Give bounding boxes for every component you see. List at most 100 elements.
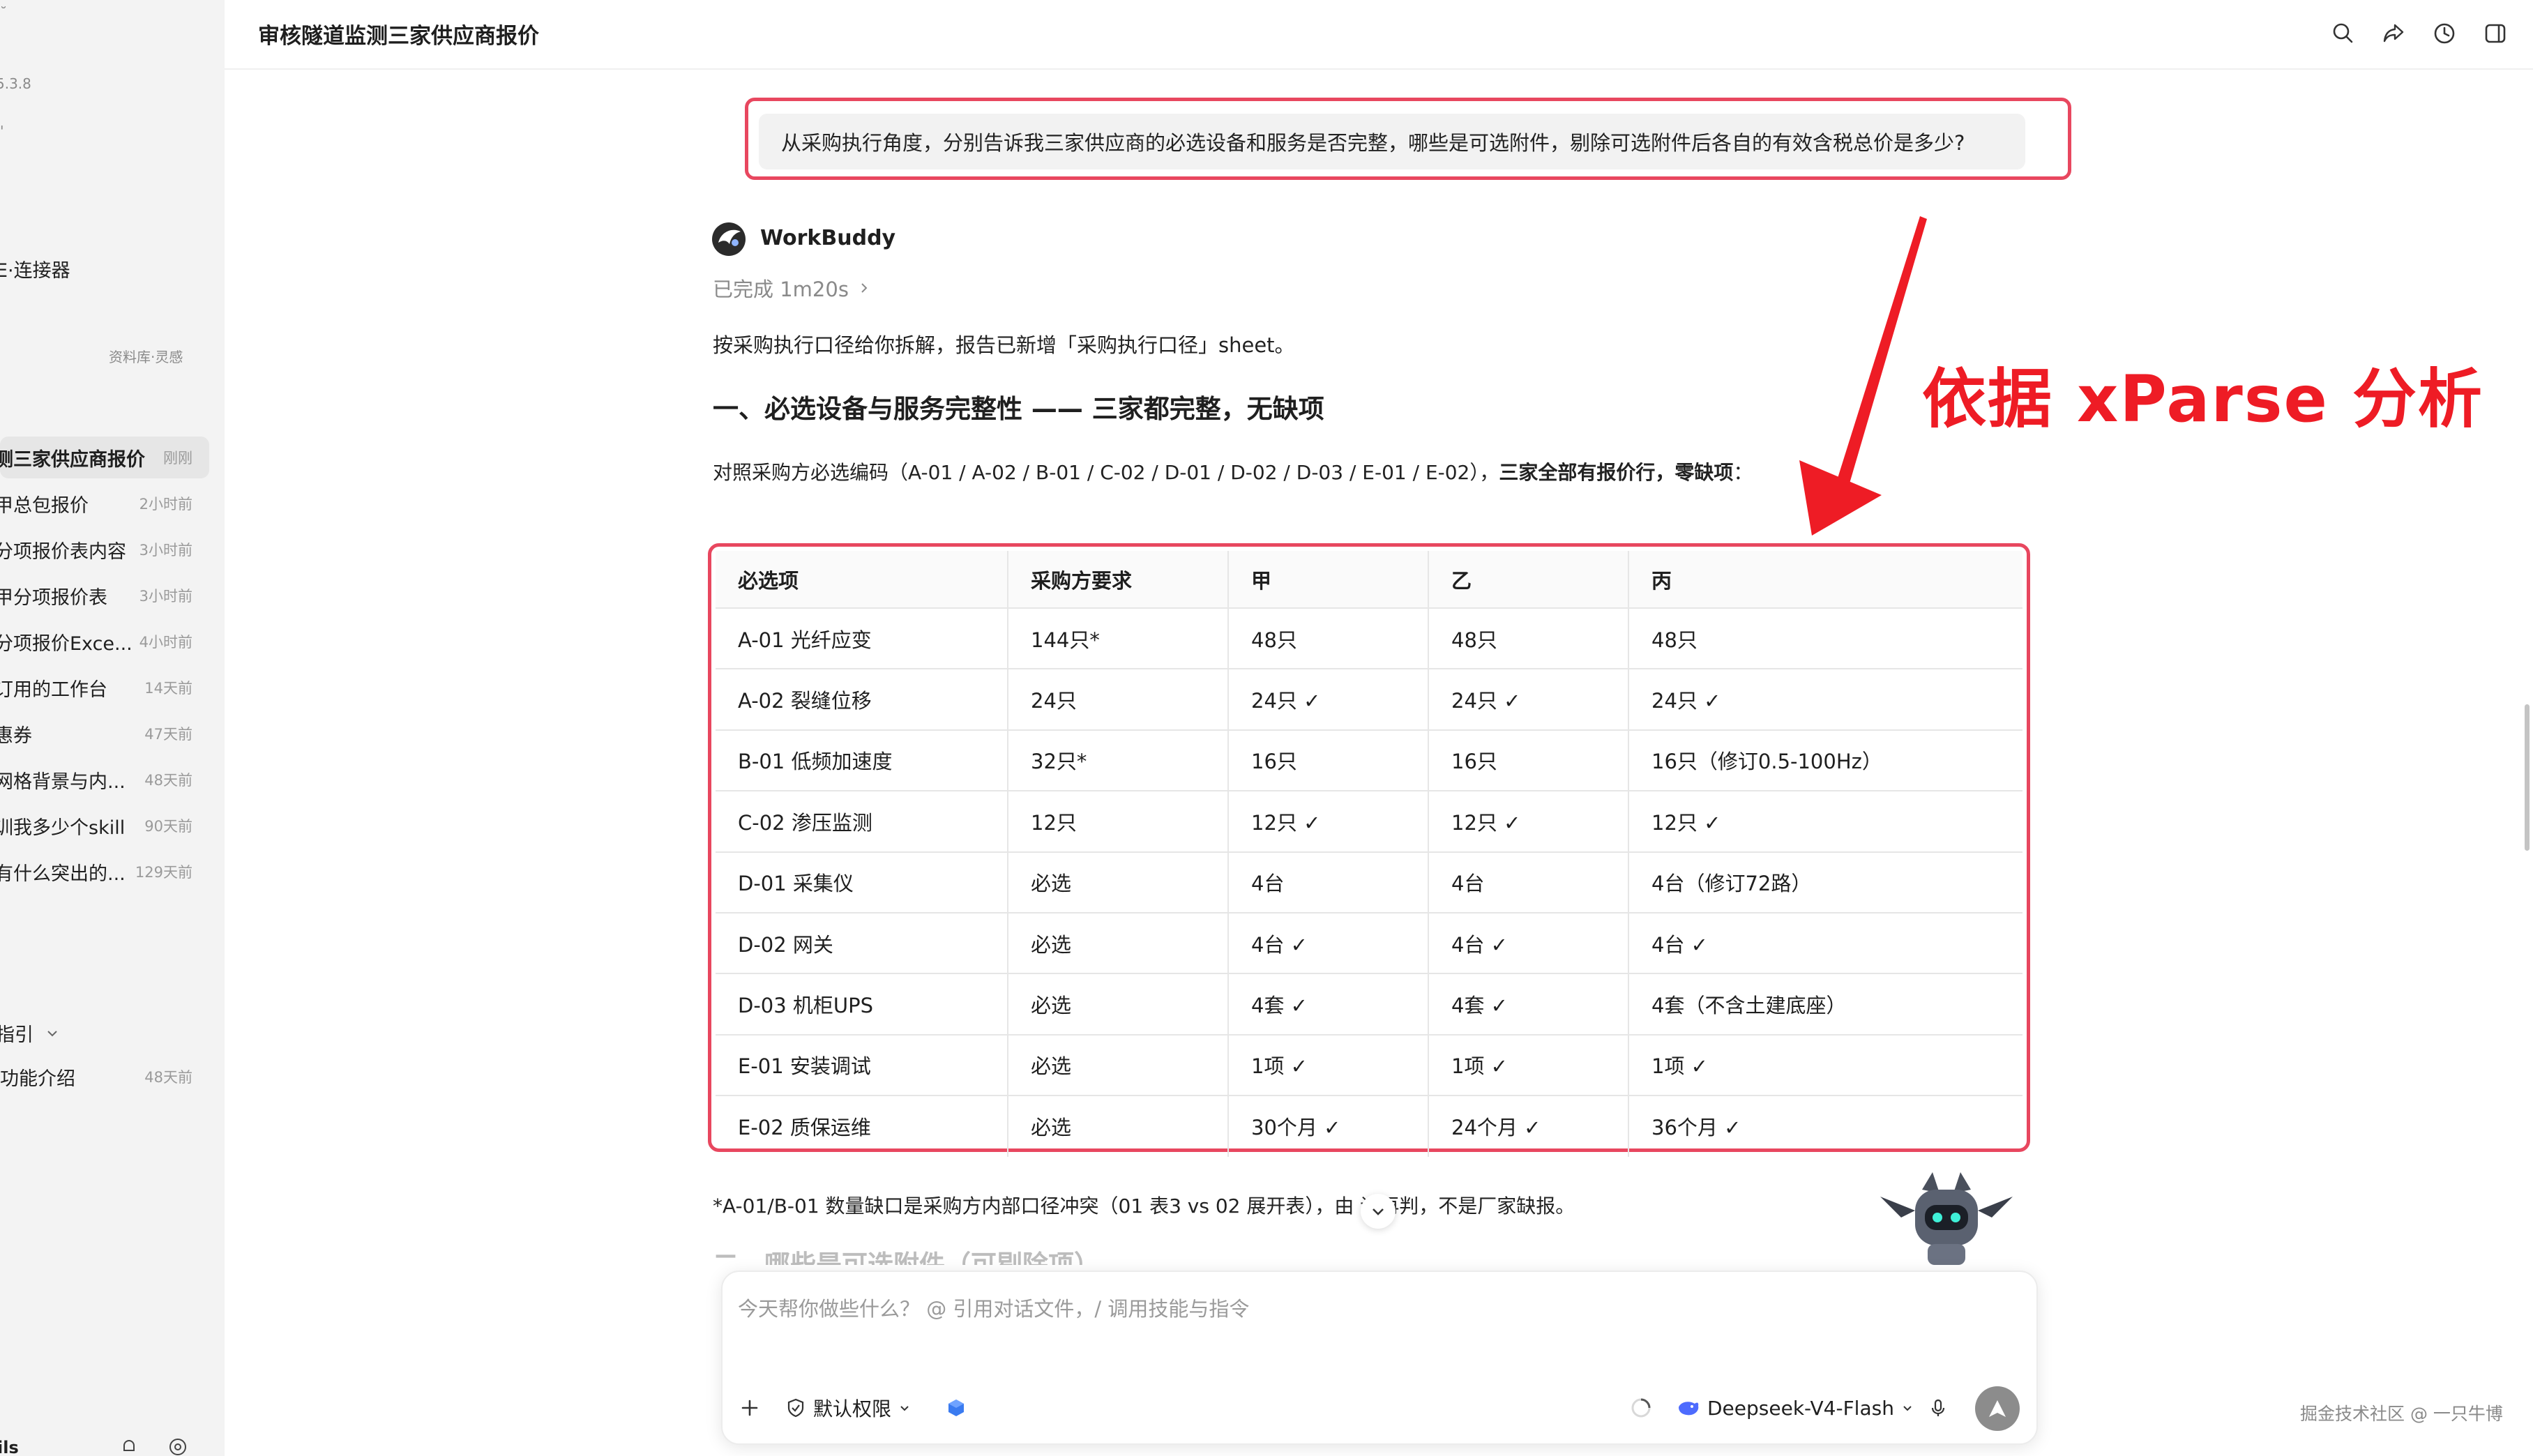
history-item[interactable]: 订用的工作台 14天前 <box>0 667 209 708</box>
compare-prefix: 对照采购方必选编码（A-01 / A-02 / B-01 / C-02 / D-… <box>713 461 1499 484</box>
add-attachment-button[interactable] <box>739 1390 760 1425</box>
settings-icon[interactable] <box>167 1436 188 1456</box>
history-clock-icon[interactable] <box>2430 20 2458 47</box>
panel-toggle-icon[interactable] <box>2481 20 2509 47</box>
voice-input-button[interactable] <box>1928 1390 1949 1425</box>
table-header-cell: 甲 <box>1228 551 1429 609</box>
scroll-to-bottom-button[interactable] <box>1361 1194 1396 1229</box>
history-item-time: 14天前 <box>144 680 192 697</box>
table-cell: 12只 ✓ <box>1228 791 1429 853</box>
table-cell: 16只 <box>1428 729 1629 792</box>
deepseek-whale-icon <box>1679 1402 1699 1416</box>
guide-section-label: 指引 <box>0 1024 33 1046</box>
chevron-right-icon <box>861 283 868 293</box>
mascot-icon <box>1880 1172 2013 1265</box>
table-cell: 144只* <box>1008 608 1229 670</box>
section-heading-2: 二、哪些是可选附件（可剔除项） <box>713 1250 1100 1265</box>
table-cell: 4套 ✓ <box>1428 973 1629 1036</box>
page-title: 审核隧道监测三家供应商报价 <box>258 24 539 49</box>
table-cell: 4台 ✓ <box>1428 912 1629 975</box>
history-item-label: 分项报价Exce... <box>0 632 133 655</box>
chat-input-box[interactable]: 今天帮你做些什么？ @ 引用对话文件，/ 调用技能与指令 默认权限 Deepse… <box>721 1271 2038 1445</box>
app-version: 5.3.8 <box>0 75 31 92</box>
sidebar-connectors[interactable]: E·连接器 <box>0 255 70 282</box>
history-item-time: 48天前 <box>144 772 192 789</box>
history-item[interactable]: 有什么突出的... 129天前 <box>0 851 209 893</box>
spinner-icon <box>1631 1398 1651 1418</box>
guide-section-toggle[interactable]: 指引 <box>0 1019 59 1047</box>
history-item[interactable]: 分项报价表内容 3小时前 <box>0 529 209 570</box>
table-cell: 4台（修订72路） <box>1628 851 2022 913</box>
history-item[interactable]: 甲总包报价 2小时前 <box>0 483 209 524</box>
table-cell: 必选 <box>1008 851 1229 913</box>
workbuddy-avatar <box>712 222 746 256</box>
chevron-down-icon <box>47 1030 57 1036</box>
table-row: B-01 低频加速度 32只* 16只 16只 16只（修订0.5-100Hz） <box>716 729 2022 792</box>
bot-status-toggle[interactable]: 已完成 1m20s <box>713 273 870 303</box>
section-heading-1: 一、必选设备与服务完整性 —— 三家都完整，无缺项 <box>713 394 1324 424</box>
share-icon[interactable] <box>2380 20 2407 47</box>
table-header-cell: 丙 <box>1628 551 2022 609</box>
user-message: 从采购执行角度，分别告诉我三家供应商的必选设备和服务是否完整，哪些是可选附件，剔… <box>759 114 2025 169</box>
history-item-time: 47天前 <box>144 726 192 743</box>
history-item-time: 3小时前 <box>139 588 192 605</box>
table-row: C-02 渗压监测 12只 12只 ✓ 12只 ✓ 12只 ✓ <box>716 791 2022 853</box>
scrollbar-thumb[interactable] <box>2525 704 2530 851</box>
table-cell: 48只 <box>1628 608 2022 670</box>
send-button[interactable] <box>1975 1386 2020 1431</box>
history-item[interactable]: 分项报价Exce... 4小时前 <box>0 621 209 662</box>
microphone-icon <box>1931 1399 1945 1416</box>
shield-check-icon <box>787 1398 804 1418</box>
table-cell: C-02 渗压监测 <box>716 791 1008 853</box>
search-icon[interactable] <box>2329 20 2357 47</box>
top-bar: 审核隧道监测三家供应商报价 <box>225 0 2533 70</box>
guide-item[interactable]: 功能介绍 48天前 <box>0 1056 209 1098</box>
send-arrow-icon <box>1989 1400 2006 1417</box>
cube-icon <box>948 1400 964 1416</box>
history-item-label: 惠券 <box>0 725 32 747</box>
table-cell: 必选 <box>1008 912 1229 975</box>
table-cell: 24只 ✓ <box>1228 669 1429 731</box>
table-cell: 12只 ✓ <box>1628 791 2022 853</box>
table-cell: 12只 <box>1008 791 1229 853</box>
sidebar-top-glyph: ˘ <box>0 4 7 21</box>
compare-line: 对照采购方必选编码（A-01 / A-02 / B-01 / C-02 / D-… <box>713 457 1753 485</box>
model-label: Deepseek-V4-Flash <box>1707 1396 1894 1420</box>
history-item-label: 有什么突出的... <box>0 863 126 885</box>
bell-icon[interactable] <box>119 1436 139 1456</box>
table-cell: 4台 ✓ <box>1628 912 2022 975</box>
table-cell: 32只* <box>1008 729 1229 792</box>
permission-dropdown[interactable]: 默认权限 <box>785 1390 911 1425</box>
sidebar-library[interactable]: 资料库·灵感 <box>109 346 183 366</box>
permission-label: 默认权限 <box>813 1397 892 1420</box>
history-item-time: 3小时前 <box>139 542 192 559</box>
table-row: D-01 采集仪 必选 4台 4台 4台（修订72路） <box>716 851 2022 913</box>
model-selector[interactable]: Deepseek-V4-Flash <box>1677 1390 1914 1425</box>
table-cell: 必选 <box>1008 973 1229 1036</box>
history-item[interactable]: 训我多少个skill 90天前 <box>0 805 209 847</box>
history-item-label: 训我多少个skill <box>0 817 126 839</box>
table-row: D-02 网关 必选 4台 ✓ 4台 ✓ 4台 ✓ <box>716 912 2022 975</box>
history-item[interactable]: 网格背景与内... 48天前 <box>0 759 209 801</box>
table-cell: 48只 <box>1428 608 1629 670</box>
compare-bold: 三家全部有报价行，零缺项 <box>1499 461 1734 484</box>
plugin-button[interactable] <box>946 1390 967 1425</box>
history-item-label: 分项报价表内容 <box>0 540 126 563</box>
compare-suffix: ： <box>1733 461 1753 484</box>
table-cell: 48只 <box>1228 608 1429 670</box>
history-item[interactable]: 测三家供应商报价 刚刚 <box>0 437 209 478</box>
bot-name: WorkBuddy <box>760 226 896 250</box>
history-item[interactable]: 惠券 47天前 <box>0 713 209 754</box>
table-footnote: *A-01/B-01 数量缺口是采购方内部口径冲突（01 表3 vs 02 展开… <box>713 1195 1575 1218</box>
table-header-cell: 必选项 <box>716 551 1008 609</box>
annotation-label: 依据 xParse 分析 <box>1922 362 2483 437</box>
table-cell: 24只 <box>1008 669 1229 731</box>
chevron-down-icon <box>1373 1208 1384 1215</box>
table-cell: 36个月 ✓ <box>1651 1116 1741 1140</box>
guide-item-label: 功能介绍 <box>0 1068 75 1090</box>
history-item-time: 90天前 <box>144 818 192 835</box>
table-cell: E-01 安装调试 <box>716 1034 1008 1097</box>
history-item[interactable]: 甲分项报价表 3小时前 <box>0 575 209 616</box>
annotation-arrow <box>1799 216 1927 536</box>
history-item-time: 129天前 <box>135 864 192 881</box>
